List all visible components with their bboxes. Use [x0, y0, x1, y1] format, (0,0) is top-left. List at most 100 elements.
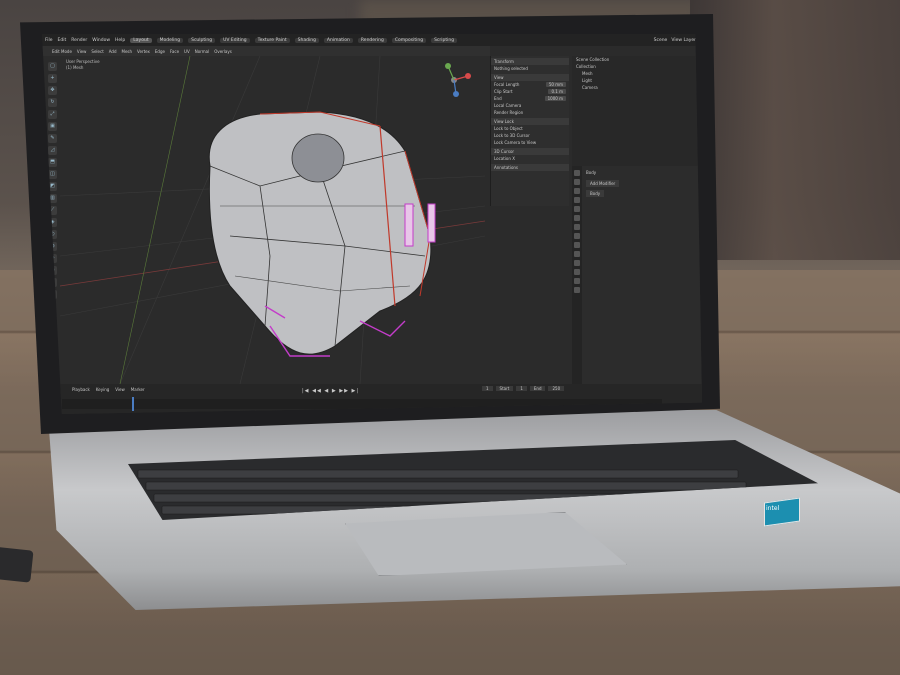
y-axis-line [119, 55, 191, 385]
outliner-item[interactable]: Light [572, 77, 702, 84]
lock-camera-checkbox[interactable]: Lock Camera to View [494, 140, 536, 145]
current-frame-field[interactable]: 1 [482, 386, 493, 391]
transform-tool-icon[interactable]: ▣ [48, 122, 57, 131]
material-tab-icon[interactable] [574, 278, 580, 284]
select-tool-icon[interactable]: ▢ [48, 62, 57, 71]
view-lock-section[interactable]: View Lock [491, 118, 569, 125]
modifier-tab-icon[interactable] [574, 233, 580, 239]
tab-shading[interactable]: Shading [294, 37, 319, 43]
menu-select[interactable]: Select [91, 49, 103, 54]
clip-end-field[interactable]: 1000 m [544, 96, 566, 101]
tab-compositing[interactable]: Compositing [391, 37, 427, 43]
tab-rendering[interactable]: Rendering [357, 37, 387, 43]
start-frame-field[interactable]: 1 [516, 386, 527, 391]
tab-animation[interactable]: Animation [323, 37, 353, 43]
scale-tool-icon[interactable]: ⤢ [48, 110, 57, 119]
scene-selector[interactable]: Scene [654, 38, 668, 43]
data-tab-icon[interactable] [574, 269, 580, 275]
view-section[interactable]: View [491, 74, 569, 81]
render-region-row: Render Region [491, 109, 569, 116]
cursor-tool-icon[interactable]: + [48, 74, 57, 83]
photo-background: intel File Edit Render Window Help Layou… [0, 0, 900, 675]
tab-scripting[interactable]: Scripting [431, 37, 458, 43]
object-name-label: Body [586, 170, 597, 175]
overlays-button[interactable]: Overlays [214, 49, 232, 54]
mesh-object[interactable] [208, 111, 436, 357]
start-frame-label: Start [495, 386, 514, 391]
menu-file[interactable]: File [45, 38, 53, 43]
orientation-selector[interactable]: Normal [195, 49, 209, 54]
mode-selector[interactable]: Edit Mode [52, 49, 72, 54]
outliner-title: Scene Collection [576, 57, 610, 62]
clip-start-label: Clip Start [494, 89, 513, 94]
menu-uv[interactable]: UV [184, 49, 190, 54]
mesh-hole [291, 133, 345, 183]
scene-tab-icon[interactable] [574, 206, 580, 212]
clip-end-label: End [494, 96, 502, 101]
blender-topbar: File Edit Render Window Help Layout Mode… [42, 34, 702, 46]
sidebar-n-panel: Transform Nothing selected View Focal Le… [490, 56, 569, 206]
outliner-item[interactable]: Collection [572, 63, 702, 70]
rotate-tool-icon[interactable]: ↻ [48, 98, 57, 107]
output-tab-icon[interactable] [574, 188, 580, 194]
physics-tab-icon[interactable] [574, 251, 580, 257]
view-layer-selector[interactable]: View Layer [671, 38, 696, 43]
playback-controls[interactable]: |◀ ◀◀ ◀ ▶ ▶▶ ▶| [302, 388, 359, 394]
menu-keying[interactable]: Keying [96, 387, 109, 392]
transform-section[interactable]: Transform [491, 58, 569, 65]
menu-mesh[interactable]: Mesh [122, 49, 133, 54]
frame-fields: 1 Start 1 End 250 [482, 386, 565, 391]
end-frame-field[interactable]: 250 [548, 386, 565, 391]
outliner-item[interactable]: Mesh [572, 70, 702, 77]
tab-modeling[interactable]: Modeling [156, 37, 184, 43]
measure-tool-icon[interactable]: ◿ [48, 146, 57, 155]
menu-playback[interactable]: Playback [72, 387, 90, 392]
tool-tab-icon[interactable] [574, 170, 580, 176]
view-layer-tab-icon[interactable] [574, 197, 580, 203]
selected-face [427, 203, 436, 243]
cursor-section[interactable]: 3D Cursor [491, 148, 569, 155]
menu-edge[interactable]: Edge [155, 49, 165, 54]
lock-to-object-field[interactable]: Lock to Object [494, 126, 523, 131]
menu-vertex[interactable]: Vertex [137, 49, 150, 54]
outliner-item[interactable]: Camera [572, 84, 702, 91]
annotate-tool-icon[interactable]: ✎ [48, 134, 57, 143]
menu-view-timeline[interactable]: View [115, 387, 125, 392]
timeline-menu: Playback Keying View Marker [42, 384, 702, 395]
lock-object-row: Lock to Object [491, 125, 569, 132]
menu-face[interactable]: Face [170, 49, 179, 54]
add-modifier-button[interactable]: Add Modifier [586, 180, 620, 187]
tab-layout[interactable]: Layout [130, 37, 152, 43]
laptop-screen: File Edit Render Window Help Layout Mode… [42, 34, 702, 414]
particles-tab-icon[interactable] [574, 242, 580, 248]
clip-end-row: End 1000 m [491, 95, 569, 102]
object-tab-icon[interactable] [574, 224, 580, 230]
tab-uv-editing[interactable]: UV Editing [220, 37, 250, 43]
focal-length-field[interactable]: 50 mm [545, 82, 566, 87]
extrude-tool-icon[interactable]: ⬒ [48, 158, 57, 167]
navigation-gizmo[interactable] [434, 60, 474, 100]
move-tool-icon[interactable]: ✥ [48, 86, 57, 95]
tab-texture-paint[interactable]: Texture Paint [254, 37, 290, 43]
render-region-checkbox[interactable]: Render Region [494, 110, 523, 115]
menu-window[interactable]: Window [92, 38, 110, 43]
menu-view[interactable]: View [77, 49, 87, 54]
3d-viewport[interactable] [59, 55, 486, 385]
world-tab-icon[interactable] [574, 215, 580, 221]
menu-render[interactable]: Render [71, 38, 87, 43]
texture-tab-icon[interactable] [574, 287, 580, 293]
menu-add[interactable]: Add [109, 49, 117, 54]
annotations-section[interactable]: Annotations [491, 164, 569, 171]
constraints-tab-icon[interactable] [574, 260, 580, 266]
modifier-name-field[interactable]: Body [586, 190, 605, 197]
playhead[interactable] [132, 397, 134, 411]
lock-to-cursor-checkbox[interactable]: Lock to 3D Cursor [494, 133, 530, 138]
menu-help[interactable]: Help [115, 38, 125, 43]
clip-start-field[interactable]: 0.1 m [548, 89, 566, 94]
menu-edit[interactable]: Edit [58, 38, 67, 43]
render-tab-icon[interactable] [574, 179, 580, 185]
focal-length-label: Focal Length [494, 82, 520, 87]
viewport-info: User Perspective (1) Mesh [66, 59, 100, 71]
tab-sculpting[interactable]: Sculpting [188, 37, 216, 43]
menu-marker[interactable]: Marker [131, 387, 145, 392]
